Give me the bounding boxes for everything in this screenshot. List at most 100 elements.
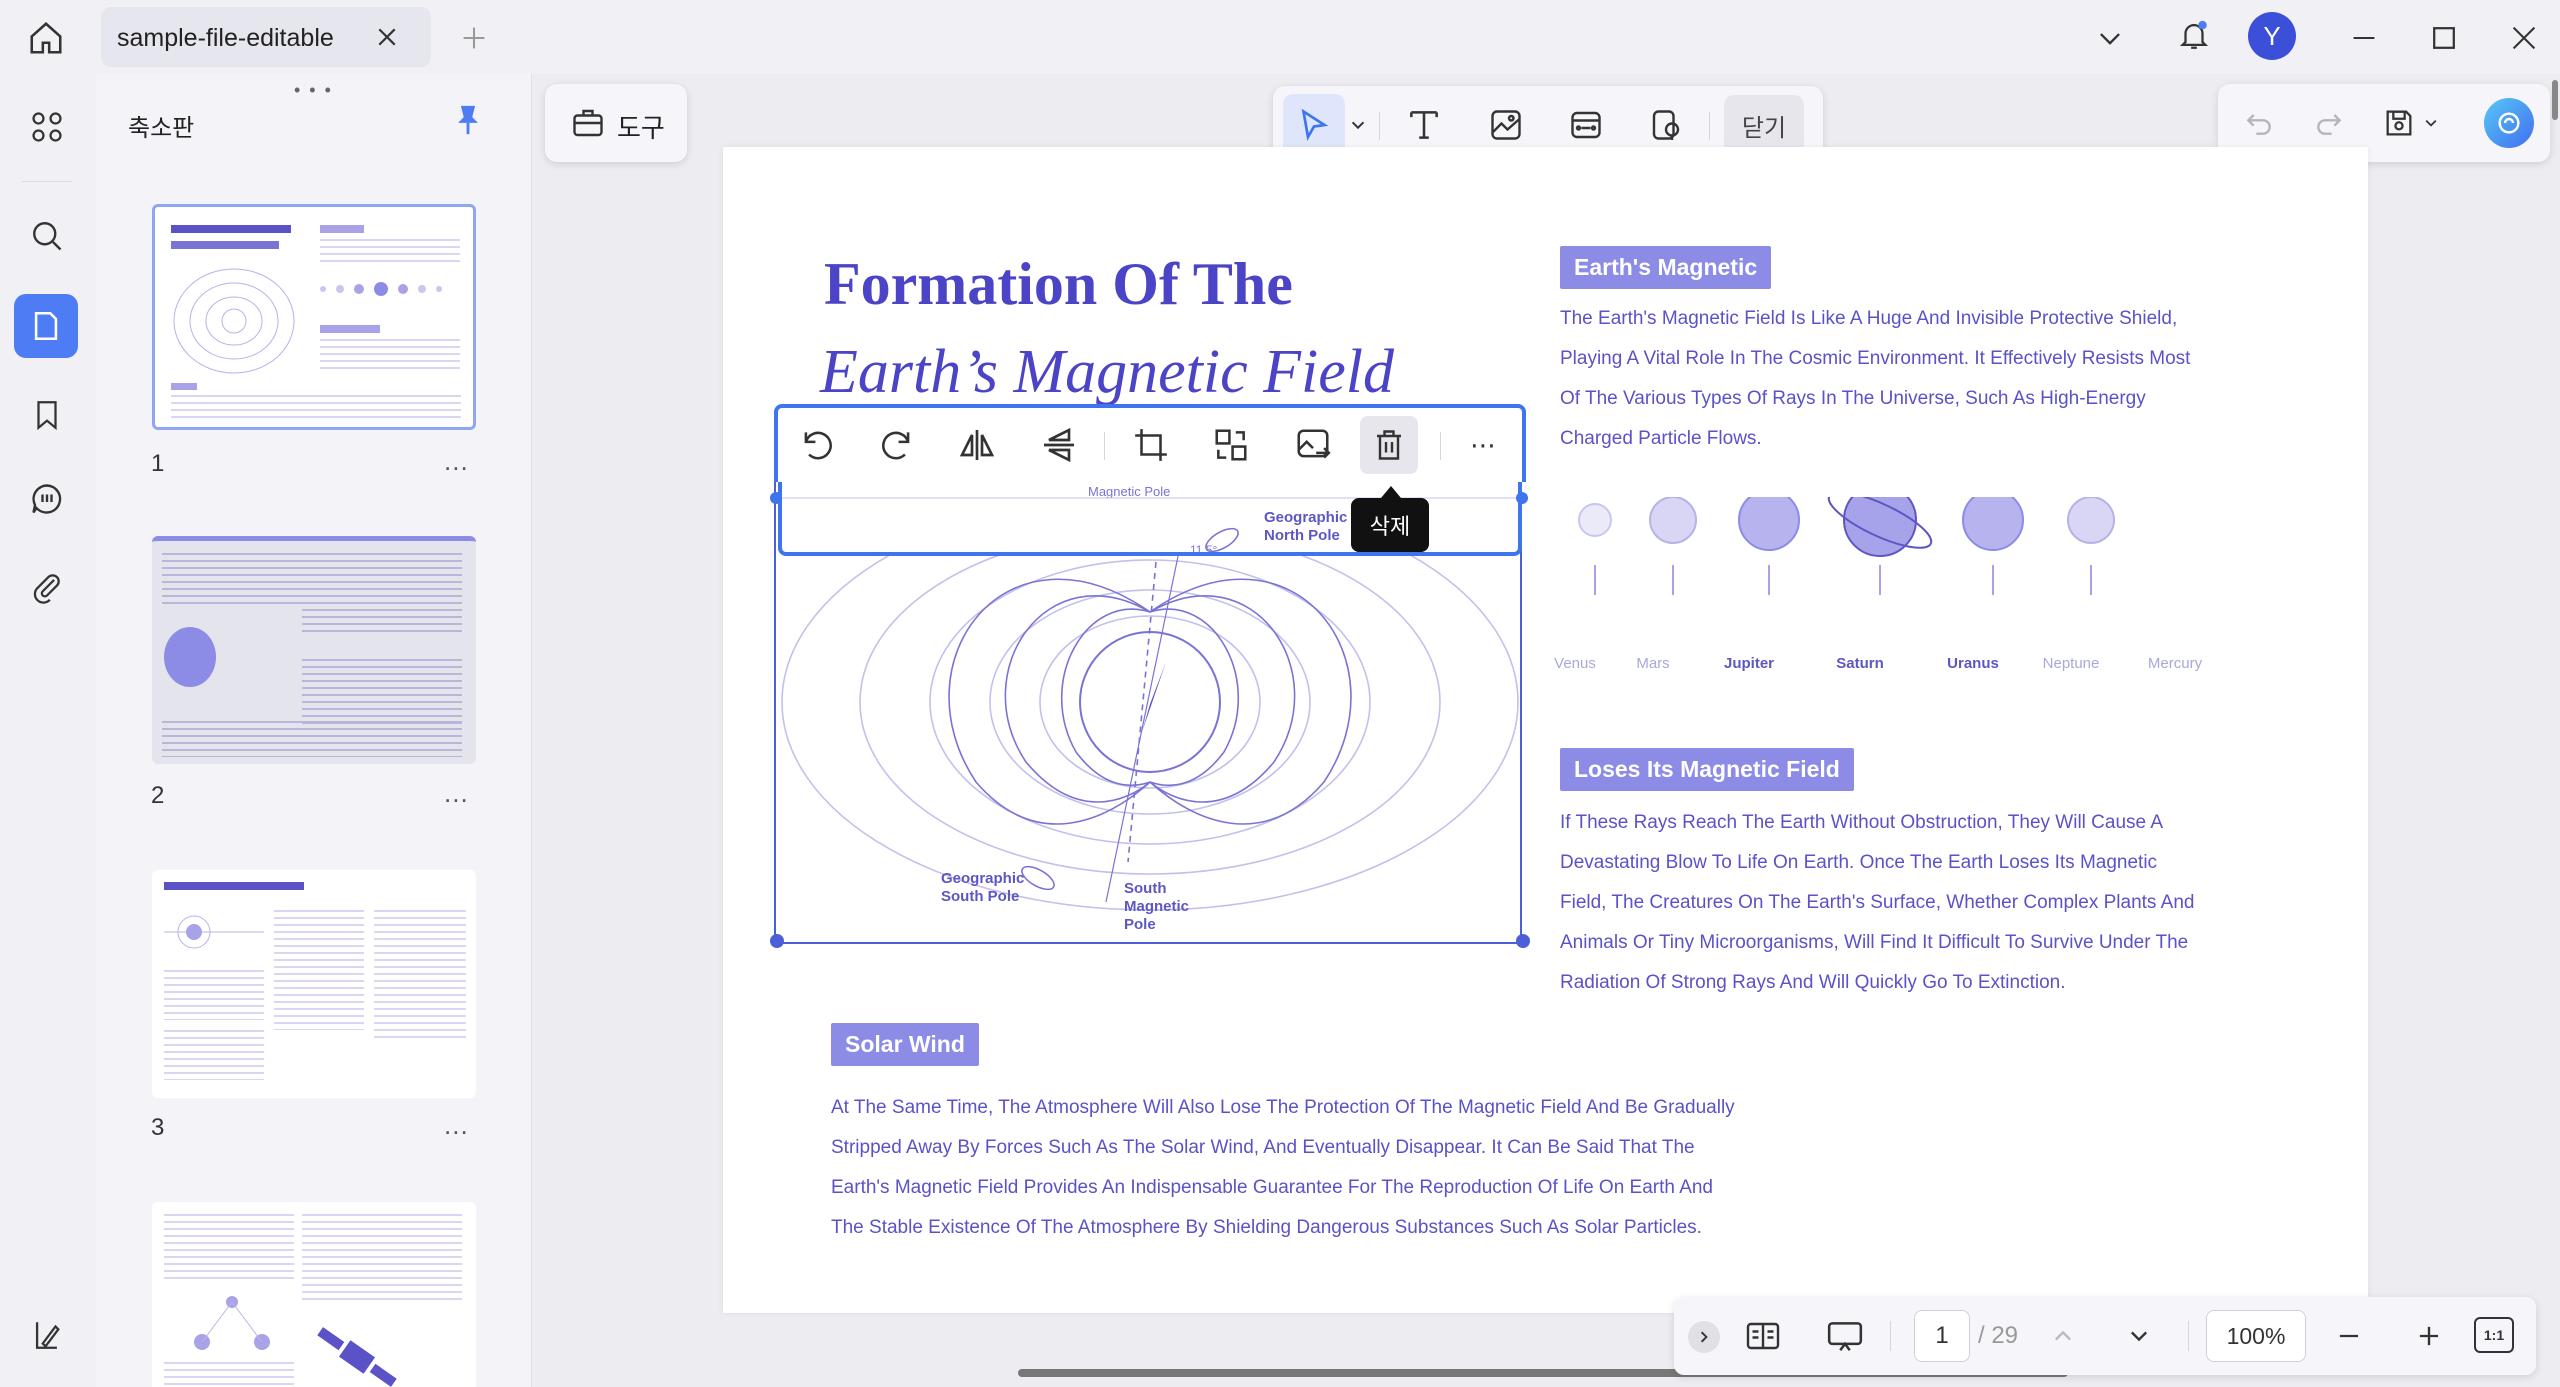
text-line: Devastating Blow To Life On Earth. Once … <box>1560 852 2158 873</box>
extract-image-icon[interactable] <box>1288 420 1338 470</box>
redo-icon[interactable] <box>2308 102 2350 144</box>
pin-icon[interactable] <box>448 100 488 140</box>
rotate-right-icon[interactable] <box>872 420 922 470</box>
zoom-level-input[interactable]: 100% <box>2206 1310 2306 1362</box>
new-tab-icon[interactable] <box>454 18 494 58</box>
bookmark-icon[interactable] <box>24 392 70 438</box>
comment-icon[interactable] <box>24 476 70 522</box>
watermark-tool-icon[interactable] <box>1643 102 1689 148</box>
page-thumbnail-3[interactable] <box>152 870 476 1098</box>
text-line: If These Rays Reach The Earth Without Ob… <box>1560 812 2163 833</box>
more-options-icon[interactable]: ⋯ <box>1458 420 1508 470</box>
section-heading-loses-magnetic-field: Loses Its Magnetic Field <box>1560 748 1854 791</box>
rotate-left-icon[interactable] <box>792 420 842 470</box>
geo-south-label-1: Geographic <box>941 870 1024 887</box>
search-icon[interactable] <box>24 213 70 259</box>
text-line: At The Same Time, The Atmosphere Will Al… <box>831 1097 1735 1118</box>
total-pages: / 29 <box>1978 1322 2019 1349</box>
attachment-icon[interactable] <box>24 564 70 610</box>
maximize-icon[interactable] <box>2424 18 2464 58</box>
delete-tooltip: 삭제 <box>1351 498 1429 552</box>
thumbnail-panel: • • • 축소판 1 ... 2 ... 3 ... <box>96 74 532 1387</box>
delete-image-icon[interactable] <box>1360 416 1418 474</box>
planet-label-mercury: Mercury <box>2147 655 2203 672</box>
thumbnail-page-number: 2 <box>151 782 165 809</box>
image-tool-icon[interactable] <box>1483 102 1529 148</box>
actual-size-button[interactable]: 1:1 <box>2474 1317 2514 1353</box>
sidebar-settings-icon[interactable] <box>24 1312 70 1358</box>
page-thumbnail-1[interactable] <box>152 204 476 430</box>
resize-handle[interactable] <box>1516 934 1530 948</box>
home-icon[interactable] <box>22 14 70 62</box>
page-title-line1: Formation Of The <box>824 251 1293 317</box>
text-line: Playing A Vital Role In The Cosmic Envir… <box>1560 348 2191 369</box>
save-icon[interactable] <box>2378 102 2420 144</box>
text-line: The Stable Existence Of The Atmosphere B… <box>831 1217 1702 1238</box>
text-line: Field, The Creatures On The Earth's Surf… <box>1560 892 2195 913</box>
page-title-line2: Earth’s Magnetic Field <box>820 338 1394 406</box>
image-edit-toolbar: ⋯ <box>774 404 1526 482</box>
text-line: Animals Or Tiny Microorganisms, Will Fin… <box>1560 932 2189 953</box>
planet-label-uranus: Uranus <box>1947 655 1999 672</box>
planet-label-saturn: Saturn <box>1836 655 1884 672</box>
resize-handle[interactable] <box>1516 492 1528 504</box>
flip-vertical-icon[interactable] <box>1034 420 1084 470</box>
section-heading-solar-wind: Solar Wind <box>831 1023 979 1066</box>
geo-north-label-1: Geographic <box>1264 509 1347 526</box>
ai-assistant-icon[interactable] <box>2484 98 2534 148</box>
crop-icon[interactable] <box>1126 420 1176 470</box>
vertical-scrollbar[interactable] <box>2552 80 2558 120</box>
thumbnail-more-button[interactable]: ... <box>444 1110 469 1141</box>
south-magnetic-label-3: Pole <box>1124 916 1156 933</box>
close-edit-button[interactable]: 닫기 <box>1724 95 1804 155</box>
document-tab[interactable]: sample-file-editable <box>101 7 431 67</box>
text-line: The Earth's Magnetic Field Is Like A Hug… <box>1560 308 2178 329</box>
panel-drag-handle[interactable]: • • • <box>294 80 333 101</box>
resize-handle[interactable] <box>770 934 784 948</box>
tools-button[interactable]: 도구 <box>545 84 687 162</box>
select-dropdown-icon[interactable] <box>1345 112 1371 138</box>
tools-label: 도구 <box>617 113 665 143</box>
apps-grid-icon[interactable] <box>24 104 70 150</box>
planet-label-mars: Mars <box>1636 655 1670 672</box>
collapse-bar-icon[interactable] <box>1688 1321 1720 1353</box>
next-page-icon[interactable] <box>2118 1315 2160 1357</box>
text-line: Radiation Of Strong Rays And Will Quickl… <box>1560 972 2066 993</box>
chevron-down-icon[interactable] <box>2090 18 2130 58</box>
resize-handle[interactable] <box>770 492 782 504</box>
text-line: Charged Particle Flows. <box>1560 428 1762 449</box>
geo-south-label-2: South Pole <box>941 888 1019 905</box>
replace-image-icon[interactable] <box>1206 420 1256 470</box>
close-tab-icon[interactable] <box>369 19 405 55</box>
user-avatar[interactable]: Y <box>2248 12 2296 60</box>
text-line: Earth's Magnetic Field Provides An Indis… <box>831 1177 1713 1198</box>
notification-bell-icon[interactable] <box>2171 12 2217 58</box>
south-magnetic-label-2: Magnetic <box>1124 898 1189 915</box>
section-heading-earths-magnetic: Earth's Magnetic <box>1560 246 1772 289</box>
zoom-in-icon[interactable] <box>2408 1315 2450 1357</box>
thumbnail-view-icon[interactable] <box>14 294 78 358</box>
page-layout-icon[interactable] <box>1740 1313 1786 1359</box>
close-window-icon[interactable] <box>2504 18 2544 58</box>
zoom-out-icon[interactable] <box>2328 1315 2370 1357</box>
thumbnail-more-button[interactable]: ... <box>444 778 469 809</box>
save-dropdown-icon[interactable] <box>2420 112 2442 134</box>
planet-label-neptune: Neptune <box>2042 655 2100 672</box>
page-thumbnail-2[interactable] <box>152 536 476 764</box>
left-rail <box>0 74 96 1387</box>
flip-horizontal-icon[interactable] <box>952 420 1002 470</box>
toolbox-icon <box>567 102 609 144</box>
section2-paragraph: If These Rays Reach The Earth Without Ob… <box>1560 803 2280 1003</box>
previous-page-icon[interactable] <box>2042 1315 2084 1357</box>
undo-icon[interactable] <box>2238 102 2280 144</box>
text-line: Of The Various Types Of Rays In The Univ… <box>1560 388 2146 409</box>
thumbnail-more-button[interactable]: ... <box>444 446 469 477</box>
tab-title: sample-file-editable <box>117 24 334 52</box>
link-tool-icon[interactable] <box>1563 102 1609 148</box>
page-thumbnail-4[interactable] <box>152 1202 476 1387</box>
presentation-icon[interactable] <box>1822 1313 1868 1359</box>
current-page-input[interactable]: 1 <box>1914 1310 1970 1362</box>
text-tool-icon[interactable] <box>1401 102 1447 148</box>
minimize-icon[interactable] <box>2344 18 2384 58</box>
page-navigation-bar: 1 / 29 100% 1:1 <box>1674 1297 2536 1375</box>
